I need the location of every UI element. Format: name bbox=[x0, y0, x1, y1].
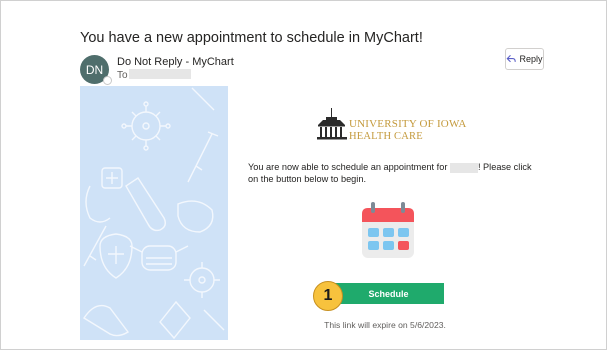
reply-label: Reply bbox=[519, 54, 543, 64]
message-text-before: You are now able to schedule an appointm… bbox=[248, 162, 450, 172]
schedule-label: Schedule bbox=[368, 288, 409, 299]
message-body: You are now able to schedule an appointm… bbox=[248, 161, 538, 185]
schedule-button[interactable]: Schedule bbox=[333, 283, 444, 304]
logo-health-care-text: HEALTH CARE bbox=[349, 131, 423, 142]
calendar-icon bbox=[362, 202, 414, 258]
reply-button[interactable]: Reply bbox=[505, 48, 544, 70]
link-expiry-text: This link will expire on 5/6/2023. bbox=[324, 320, 446, 330]
patient-name-redacted bbox=[449, 162, 478, 173]
logo-university-text: UNIVERSITY OF IOWA bbox=[349, 118, 467, 130]
presence-indicator bbox=[103, 76, 112, 85]
step-badge: 1 bbox=[313, 281, 343, 311]
to-label: To bbox=[117, 70, 128, 81]
sender-name[interactable]: Do Not Reply - MyChart bbox=[117, 56, 234, 68]
reply-arrow-icon bbox=[507, 55, 517, 63]
avatar-initials: DN bbox=[85, 62, 104, 77]
medical-pattern-icon bbox=[83, 87, 225, 340]
recipient-redacted bbox=[129, 69, 191, 79]
medical-pattern-banner bbox=[80, 86, 228, 340]
email-subject: You have a new appointment to schedule i… bbox=[80, 30, 423, 46]
